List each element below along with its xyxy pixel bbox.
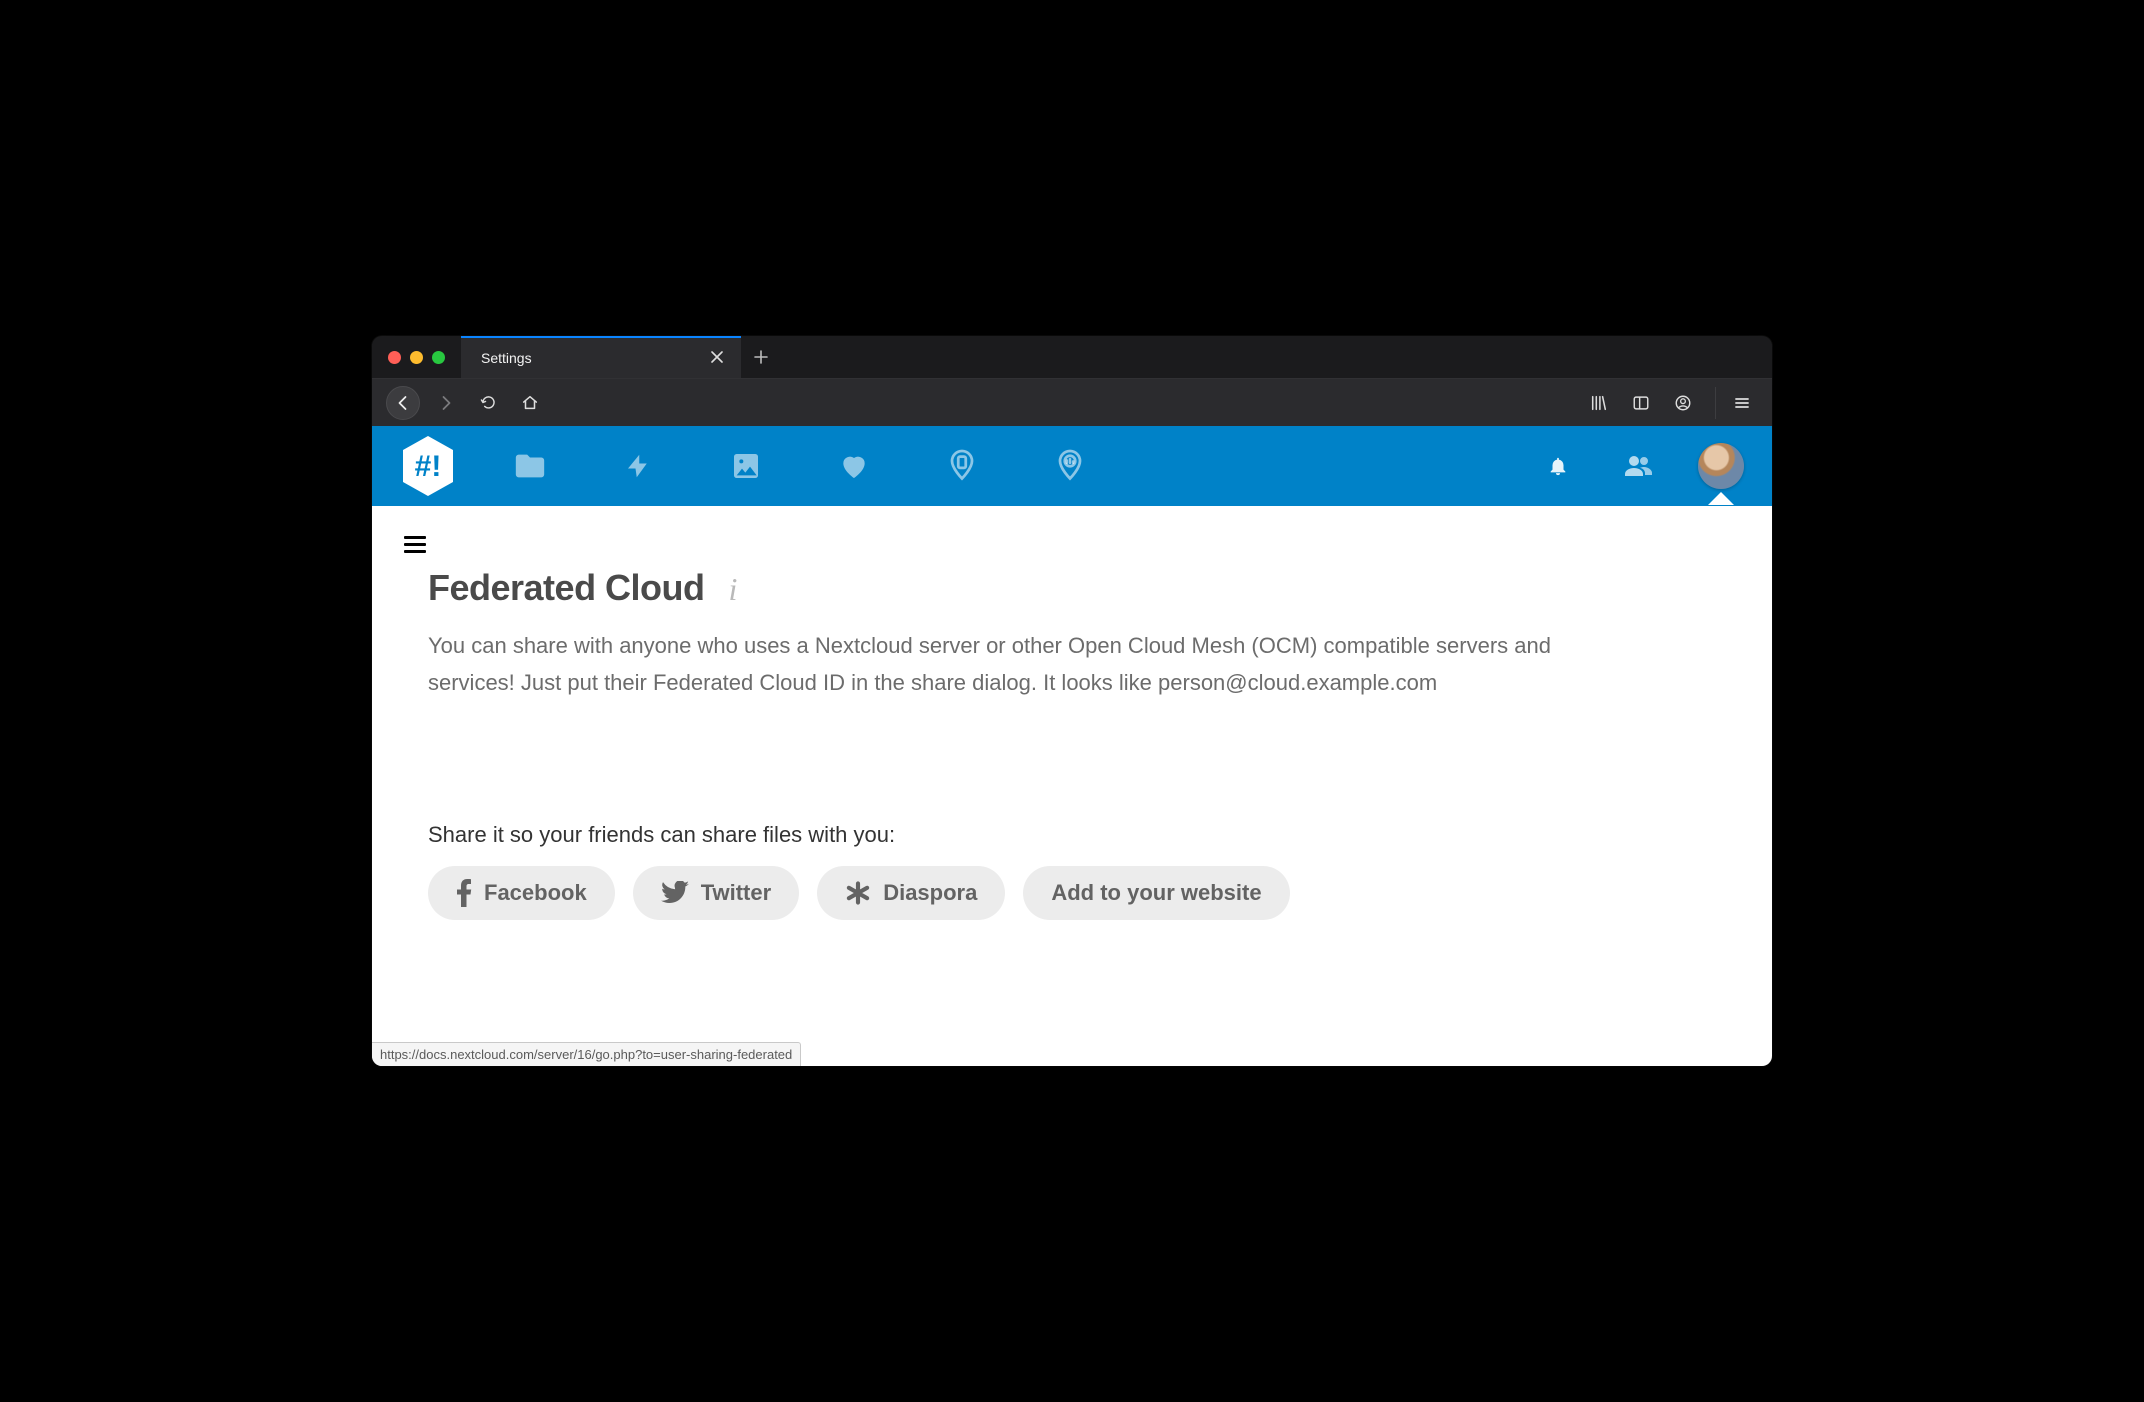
- favorites-icon[interactable]: [834, 446, 874, 486]
- avatar[interactable]: [1698, 443, 1744, 489]
- library-button[interactable]: [1583, 387, 1615, 419]
- share-twitter-label: Twitter: [701, 880, 771, 906]
- header-right: [1538, 443, 1744, 489]
- account-button[interactable]: [1667, 387, 1699, 419]
- twitter-icon: [661, 881, 689, 905]
- app-logo[interactable]: #!: [400, 434, 456, 498]
- window-controls: [372, 336, 461, 378]
- app-menu-button[interactable]: [1726, 387, 1758, 419]
- window-maximize-button[interactable]: [432, 351, 445, 364]
- app-header: #!: [372, 426, 1772, 506]
- settings-menu-button[interactable]: [400, 526, 432, 563]
- analytics-icon[interactable]: [1050, 446, 1090, 486]
- forward-button[interactable]: [430, 387, 462, 419]
- share-diaspora-label: Diaspora: [883, 880, 977, 906]
- share-facebook-label: Facebook: [484, 880, 587, 906]
- back-button[interactable]: [386, 386, 420, 420]
- share-label: Share it so your friends can share files…: [400, 822, 1716, 848]
- add-to-website-label: Add to your website: [1051, 880, 1261, 906]
- browser-tab[interactable]: Settings: [461, 336, 741, 378]
- add-to-website-button[interactable]: Add to your website: [1023, 866, 1289, 920]
- files-icon[interactable]: [510, 446, 550, 486]
- sidebar-button[interactable]: [1625, 387, 1657, 419]
- status-bar: https://docs.nextcloud.com/server/16/go.…: [372, 1042, 801, 1066]
- page-title: Federated Cloud: [428, 567, 705, 609]
- window-close-button[interactable]: [388, 351, 401, 364]
- diaspora-icon: [845, 880, 871, 906]
- reload-button[interactable]: [472, 387, 504, 419]
- tab-title: Settings: [481, 350, 532, 366]
- info-icon[interactable]: i: [729, 573, 738, 605]
- new-tab-button[interactable]: [741, 336, 781, 378]
- section-heading: Federated Cloud i: [400, 567, 1716, 609]
- window-minimize-button[interactable]: [410, 351, 423, 364]
- browser-toolbar: [372, 378, 1772, 426]
- gallery-icon[interactable]: [726, 446, 766, 486]
- share-twitter-button[interactable]: Twitter: [633, 866, 799, 920]
- svg-text:#!: #!: [415, 450, 442, 483]
- content-area: Federated Cloud i You can share with any…: [372, 506, 1772, 1066]
- activity-icon[interactable]: [618, 446, 658, 486]
- page-description: You can share with anyone who uses a Nex…: [400, 609, 1580, 702]
- contacts-icon[interactable]: [1618, 446, 1658, 486]
- browser-window: Settings: [372, 336, 1772, 1066]
- home-button[interactable]: [514, 387, 546, 419]
- share-buttons: Facebook Twitter Diaspora Add to your we…: [400, 848, 1716, 932]
- share-diaspora-button[interactable]: Diaspora: [817, 866, 1005, 920]
- titlebar: Settings: [372, 336, 1772, 378]
- location-icon[interactable]: [942, 446, 982, 486]
- facebook-icon: [456, 879, 472, 907]
- app-nav: [510, 446, 1090, 486]
- share-facebook-button[interactable]: Facebook: [428, 866, 615, 920]
- notifications-icon[interactable]: [1538, 446, 1578, 486]
- tab-close-button[interactable]: [707, 348, 727, 369]
